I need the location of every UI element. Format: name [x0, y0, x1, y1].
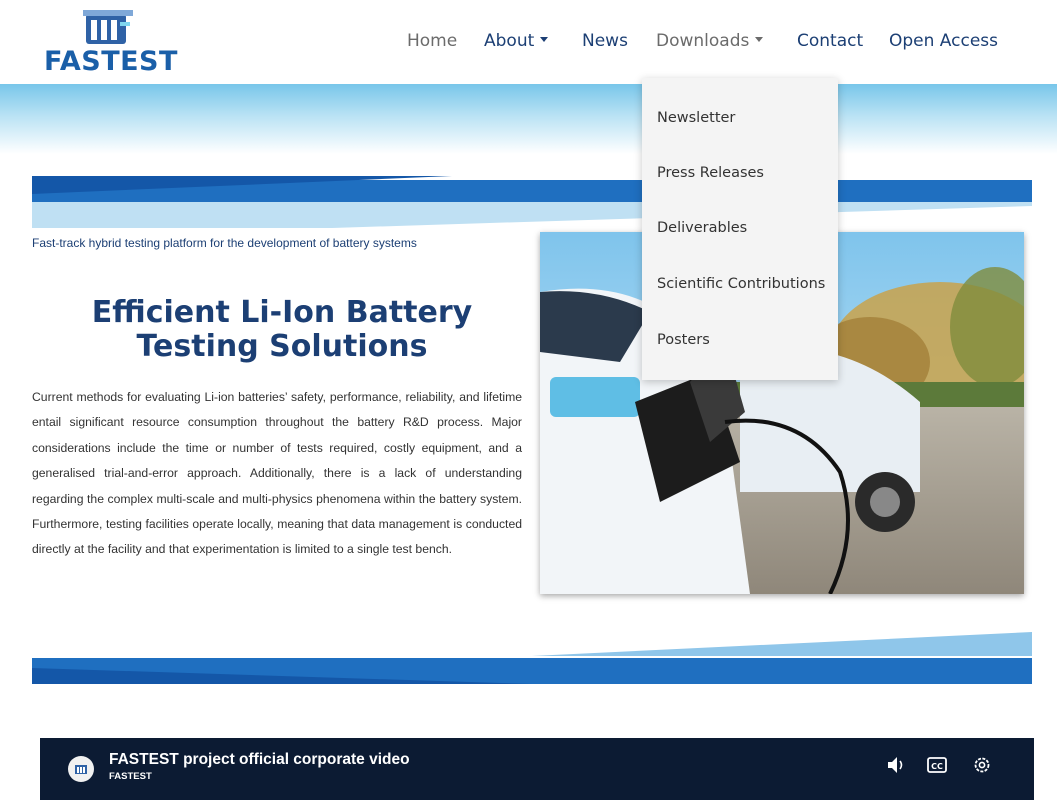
logo-mark-icon	[83, 10, 133, 44]
nav-open-access[interactable]: Open Access	[889, 31, 998, 51]
svg-text:CC: CC	[931, 762, 943, 771]
nav-about[interactable]: About	[484, 31, 549, 51]
video-title[interactable]: FASTEST project official corporate video	[109, 751, 410, 769]
dropdown-item-posters[interactable]: Posters	[657, 332, 710, 348]
logo-wordmark: FASTEST	[44, 46, 178, 77]
hero-heading: Efficient Li-Ion Battery Testing Solutio…	[32, 296, 532, 364]
nav-news-label: News	[582, 31, 628, 51]
channel-avatar[interactable]	[68, 756, 94, 782]
channel-logo-icon	[75, 765, 87, 774]
hero-heading-line2: Testing Solutions	[136, 329, 428, 364]
nav-contact-label: Contact	[797, 31, 864, 51]
caret-down-icon	[755, 36, 764, 42]
nav-home[interactable]: Home	[407, 31, 457, 51]
dropdown-item-press-releases[interactable]: Press Releases	[657, 165, 764, 181]
hero-heading-line1: Efficient Li-Ion Battery	[91, 295, 473, 330]
settings-icon[interactable]	[971, 754, 993, 776]
header-gradient-band	[0, 84, 1057, 154]
downloads-dropdown-menu: Newsletter Press Releases Deliverables S…	[642, 78, 838, 380]
dropdown-item-newsletter[interactable]: Newsletter	[657, 110, 735, 126]
volume-icon[interactable]	[885, 754, 907, 776]
fastest-logo[interactable]: FASTEST	[44, 8, 177, 78]
dropdown-item-scientific-contributions[interactable]: Scientific Contributions	[657, 276, 825, 292]
video-channel-name[interactable]: FASTEST	[109, 771, 152, 782]
captions-icon[interactable]: CC	[926, 754, 948, 776]
nav-about-label: About	[484, 31, 535, 51]
nav-news[interactable]: News	[582, 31, 628, 51]
embedded-video-player[interactable]: FASTEST project official corporate video…	[40, 738, 1034, 800]
decorative-stripe-bottom	[32, 632, 1032, 684]
hero-tagline: Fast-track hybrid testing platform for t…	[32, 236, 417, 250]
nav-contact[interactable]: Contact	[797, 31, 863, 51]
hero-paragraph: Current methods for evaluating Li-ion ba…	[32, 390, 522, 557]
nav-open-access-label: Open Access	[889, 31, 999, 51]
caret-down-icon	[540, 36, 549, 42]
site-header: FASTEST Home About News Downloads Contac…	[0, 0, 1057, 84]
decorative-stripe-top	[32, 176, 1032, 228]
dropdown-item-deliverables[interactable]: Deliverables	[657, 220, 747, 236]
nav-downloads[interactable]: Downloads	[656, 31, 764, 51]
nav-home-label: Home	[407, 31, 458, 51]
nav-downloads-label: Downloads	[656, 31, 750, 51]
